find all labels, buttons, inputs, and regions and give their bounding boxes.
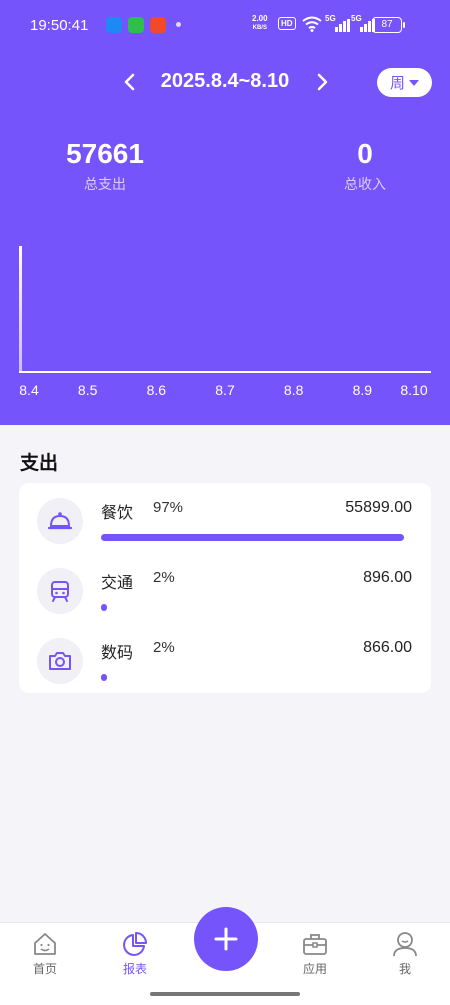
report-header: 19:50:41 2.00 KB/S HD 5G 5G 87 2025.8.4~… xyxy=(0,0,450,425)
chart-tick-label: 8.4 xyxy=(19,382,39,398)
status-bar: 19:50:41 2.00 KB/S HD 5G 5G 87 xyxy=(0,0,450,50)
home-icon xyxy=(34,933,56,955)
camera-icon xyxy=(37,638,83,684)
caret-down-icon xyxy=(409,79,419,86)
signal-1-icon xyxy=(335,19,350,32)
hd-badge: HD xyxy=(278,17,296,30)
toolbox-icon xyxy=(303,934,327,955)
tab-me[interactable]: 我 xyxy=(365,923,445,983)
train-icon xyxy=(37,568,83,614)
tab-home[interactable]: 首页 xyxy=(5,923,85,983)
tab-label: 首页 xyxy=(32,962,57,976)
tab-label: 应用 xyxy=(302,962,327,976)
category-row[interactable]: 数码 2% 866.00 xyxy=(19,623,431,693)
category-amount: 55899.00 xyxy=(345,499,412,516)
period-select-button[interactable]: 周 xyxy=(377,68,432,97)
food-cloche-icon xyxy=(37,498,83,544)
tab-label: 报表 xyxy=(122,962,147,976)
total-income-value: 0 xyxy=(357,138,373,169)
category-percent: 2% xyxy=(153,639,175,656)
next-period-chevron-icon[interactable] xyxy=(310,70,334,94)
category-name: 交通 xyxy=(101,573,134,592)
date-range-label: 2025.8.4~8.10 xyxy=(160,70,290,92)
user-icon xyxy=(393,932,417,957)
tab-reports[interactable]: 报表 xyxy=(95,923,175,983)
add-record-button[interactable] xyxy=(194,907,258,971)
tab-apps[interactable]: 应用 xyxy=(275,923,355,983)
section-title: 支出 xyxy=(20,452,59,474)
status-time: 19:50:41 xyxy=(30,17,89,34)
chart-tick-label: 8.7 xyxy=(215,382,235,398)
category-percent: 97% xyxy=(153,499,184,516)
shopping-app-icon xyxy=(150,17,166,33)
chart-x-axis xyxy=(19,371,431,373)
total-income-label: 总收入 xyxy=(344,177,386,193)
network-speed: 2.00 KB/S xyxy=(252,14,268,32)
prev-period-chevron-icon[interactable] xyxy=(118,70,142,94)
chart-tick-label: 8.10 xyxy=(400,382,428,398)
category-progress-bar xyxy=(101,674,108,681)
category-amount: 896.00 xyxy=(363,569,412,586)
bluetooth-app-icon xyxy=(106,17,122,33)
category-name: 餐饮 xyxy=(101,503,134,522)
chart-tick-label: 8.6 xyxy=(146,382,167,398)
total-expense-summary: 57661 总支出 xyxy=(35,138,175,194)
period-select-label: 周 xyxy=(389,74,405,92)
chart-tick-label: 8.5 xyxy=(77,382,98,398)
tab-label: 我 xyxy=(398,962,411,976)
home-indicator[interactable] xyxy=(150,992,300,996)
total-expense-label: 总支出 xyxy=(84,177,126,193)
category-progress-bar xyxy=(101,604,108,611)
pie-chart-icon xyxy=(123,932,147,956)
phone-app-icon xyxy=(128,17,144,33)
category-list-card: 餐饮 97% 55899.00 交通 2% 896.00 数码 2% 866.0… xyxy=(19,483,431,693)
category-row[interactable]: 餐饮 97% 55899.00 xyxy=(19,483,431,553)
category-progress-bar xyxy=(101,534,404,541)
notification-dot-icon xyxy=(176,22,181,27)
chart-tick-label: 8.9 xyxy=(352,382,373,398)
category-amount: 866.00 xyxy=(363,639,412,656)
battery-icon: 87 xyxy=(372,17,405,33)
total-expense-value: 57661 xyxy=(66,138,144,169)
plus-icon xyxy=(214,927,238,951)
category-percent: 2% xyxy=(153,569,175,586)
chart-bar xyxy=(19,246,22,372)
total-income-summary: 0 总收入 xyxy=(295,138,435,194)
category-name: 数码 xyxy=(101,643,134,662)
category-row[interactable]: 交通 2% 896.00 xyxy=(19,553,431,623)
wifi-icon xyxy=(302,16,322,32)
chart-tick-label: 8.8 xyxy=(283,382,304,398)
